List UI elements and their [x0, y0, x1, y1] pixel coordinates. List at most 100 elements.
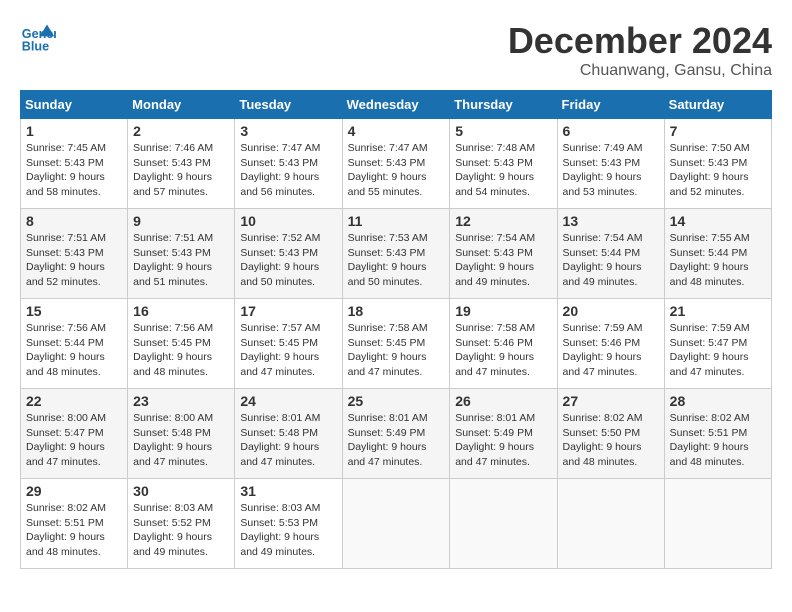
day-number: 6	[563, 123, 659, 139]
day-info: Sunrise: 7:59 AMSunset: 5:46 PMDaylight:…	[563, 321, 659, 380]
day-cell-7: 7 Sunrise: 7:50 AMSunset: 5:43 PMDayligh…	[664, 119, 771, 209]
day-info: Sunrise: 7:58 AMSunset: 5:45 PMDaylight:…	[348, 321, 445, 380]
day-cell-28: 28 Sunrise: 8:02 AMSunset: 5:51 PMDaylig…	[664, 389, 771, 479]
col-thursday: Thursday	[450, 91, 557, 119]
day-cell-16: 16 Sunrise: 7:56 AMSunset: 5:45 PMDaylig…	[128, 299, 235, 389]
day-number: 5	[455, 123, 551, 139]
day-cell-2: 2 Sunrise: 7:46 AMSunset: 5:43 PMDayligh…	[128, 119, 235, 209]
location-title: Chuanwang, Gansu, China	[508, 62, 772, 80]
day-number: 15	[26, 303, 122, 319]
day-number: 19	[455, 303, 551, 319]
calendar-table: Sunday Monday Tuesday Wednesday Thursday…	[20, 90, 772, 569]
day-number: 30	[133, 483, 229, 499]
day-info: Sunrise: 8:01 AMSunset: 5:49 PMDaylight:…	[455, 411, 551, 470]
day-number: 3	[240, 123, 336, 139]
day-cell-24: 24 Sunrise: 8:01 AMSunset: 5:48 PMDaylig…	[235, 389, 342, 479]
col-monday: Monday	[128, 91, 235, 119]
day-cell-8: 8 Sunrise: 7:51 AMSunset: 5:43 PMDayligh…	[21, 209, 128, 299]
day-number: 17	[240, 303, 336, 319]
day-number: 18	[348, 303, 445, 319]
day-cell-18: 18 Sunrise: 7:58 AMSunset: 5:45 PMDaylig…	[342, 299, 450, 389]
day-info: Sunrise: 7:55 AMSunset: 5:44 PMDaylight:…	[670, 231, 766, 290]
col-wednesday: Wednesday	[342, 91, 450, 119]
empty-cell	[450, 479, 557, 569]
day-info: Sunrise: 8:03 AMSunset: 5:53 PMDaylight:…	[240, 501, 336, 560]
day-number: 16	[133, 303, 229, 319]
day-cell-22: 22 Sunrise: 8:00 AMSunset: 5:47 PMDaylig…	[21, 389, 128, 479]
day-cell-1: 1 Sunrise: 7:45 AMSunset: 5:43 PMDayligh…	[21, 119, 128, 209]
day-info: Sunrise: 7:45 AMSunset: 5:43 PMDaylight:…	[26, 141, 122, 200]
day-cell-19: 19 Sunrise: 7:58 AMSunset: 5:46 PMDaylig…	[450, 299, 557, 389]
day-info: Sunrise: 8:02 AMSunset: 5:51 PMDaylight:…	[670, 411, 766, 470]
day-info: Sunrise: 7:51 AMSunset: 5:43 PMDaylight:…	[26, 231, 122, 290]
day-info: Sunrise: 7:50 AMSunset: 5:43 PMDaylight:…	[670, 141, 766, 200]
title-area: December 2024 Chuanwang, Gansu, China	[508, 20, 772, 80]
logo-icon: General Blue	[20, 20, 56, 56]
day-cell-6: 6 Sunrise: 7:49 AMSunset: 5:43 PMDayligh…	[557, 119, 664, 209]
day-number: 28	[670, 393, 766, 409]
day-number: 4	[348, 123, 445, 139]
day-cell-27: 27 Sunrise: 8:02 AMSunset: 5:50 PMDaylig…	[557, 389, 664, 479]
day-cell-21: 21 Sunrise: 7:59 AMSunset: 5:47 PMDaylig…	[664, 299, 771, 389]
day-number: 7	[670, 123, 766, 139]
empty-cell	[342, 479, 450, 569]
day-info: Sunrise: 8:02 AMSunset: 5:51 PMDaylight:…	[26, 501, 122, 560]
day-cell-23: 23 Sunrise: 8:00 AMSunset: 5:48 PMDaylig…	[128, 389, 235, 479]
day-info: Sunrise: 7:52 AMSunset: 5:43 PMDaylight:…	[240, 231, 336, 290]
day-number: 12	[455, 213, 551, 229]
day-cell-30: 30 Sunrise: 8:03 AMSunset: 5:52 PMDaylig…	[128, 479, 235, 569]
day-info: Sunrise: 7:56 AMSunset: 5:44 PMDaylight:…	[26, 321, 122, 380]
day-info: Sunrise: 7:54 AMSunset: 5:43 PMDaylight:…	[455, 231, 551, 290]
day-cell-20: 20 Sunrise: 7:59 AMSunset: 5:46 PMDaylig…	[557, 299, 664, 389]
day-info: Sunrise: 8:00 AMSunset: 5:47 PMDaylight:…	[26, 411, 122, 470]
day-info: Sunrise: 8:02 AMSunset: 5:50 PMDaylight:…	[563, 411, 659, 470]
day-cell-14: 14 Sunrise: 7:55 AMSunset: 5:44 PMDaylig…	[664, 209, 771, 299]
day-number: 8	[26, 213, 122, 229]
day-cell-13: 13 Sunrise: 7:54 AMSunset: 5:44 PMDaylig…	[557, 209, 664, 299]
day-info: Sunrise: 7:58 AMSunset: 5:46 PMDaylight:…	[455, 321, 551, 380]
day-number: 24	[240, 393, 336, 409]
svg-text:Blue: Blue	[22, 40, 49, 54]
day-info: Sunrise: 7:46 AMSunset: 5:43 PMDaylight:…	[133, 141, 229, 200]
day-number: 20	[563, 303, 659, 319]
day-cell-31: 31 Sunrise: 8:03 AMSunset: 5:53 PMDaylig…	[235, 479, 342, 569]
day-number: 13	[563, 213, 659, 229]
page-header: General Blue December 2024 Chuanwang, Ga…	[20, 20, 772, 80]
day-number: 22	[26, 393, 122, 409]
day-cell-15: 15 Sunrise: 7:56 AMSunset: 5:44 PMDaylig…	[21, 299, 128, 389]
day-info: Sunrise: 8:01 AMSunset: 5:48 PMDaylight:…	[240, 411, 336, 470]
col-tuesday: Tuesday	[235, 91, 342, 119]
day-number: 1	[26, 123, 122, 139]
day-info: Sunrise: 7:47 AMSunset: 5:43 PMDaylight:…	[240, 141, 336, 200]
day-info: Sunrise: 7:54 AMSunset: 5:44 PMDaylight:…	[563, 231, 659, 290]
day-info: Sunrise: 7:48 AMSunset: 5:43 PMDaylight:…	[455, 141, 551, 200]
day-info: Sunrise: 7:59 AMSunset: 5:47 PMDaylight:…	[670, 321, 766, 380]
day-number: 9	[133, 213, 229, 229]
day-number: 26	[455, 393, 551, 409]
day-cell-12: 12 Sunrise: 7:54 AMSunset: 5:43 PMDaylig…	[450, 209, 557, 299]
day-number: 14	[670, 213, 766, 229]
day-cell-5: 5 Sunrise: 7:48 AMSunset: 5:43 PMDayligh…	[450, 119, 557, 209]
day-info: Sunrise: 7:49 AMSunset: 5:43 PMDaylight:…	[563, 141, 659, 200]
day-number: 11	[348, 213, 445, 229]
day-info: Sunrise: 8:03 AMSunset: 5:52 PMDaylight:…	[133, 501, 229, 560]
day-cell-26: 26 Sunrise: 8:01 AMSunset: 5:49 PMDaylig…	[450, 389, 557, 479]
day-info: Sunrise: 7:47 AMSunset: 5:43 PMDaylight:…	[348, 141, 445, 200]
calendar-header-row: Sunday Monday Tuesday Wednesday Thursday…	[21, 91, 772, 119]
day-cell-9: 9 Sunrise: 7:51 AMSunset: 5:43 PMDayligh…	[128, 209, 235, 299]
day-info: Sunrise: 7:56 AMSunset: 5:45 PMDaylight:…	[133, 321, 229, 380]
col-sunday: Sunday	[21, 91, 128, 119]
day-number: 29	[26, 483, 122, 499]
day-info: Sunrise: 8:00 AMSunset: 5:48 PMDaylight:…	[133, 411, 229, 470]
day-number: 31	[240, 483, 336, 499]
day-number: 21	[670, 303, 766, 319]
day-cell-4: 4 Sunrise: 7:47 AMSunset: 5:43 PMDayligh…	[342, 119, 450, 209]
col-saturday: Saturday	[664, 91, 771, 119]
month-title: December 2024	[508, 20, 772, 62]
day-info: Sunrise: 7:57 AMSunset: 5:45 PMDaylight:…	[240, 321, 336, 380]
day-info: Sunrise: 7:53 AMSunset: 5:43 PMDaylight:…	[348, 231, 445, 290]
day-number: 25	[348, 393, 445, 409]
empty-cell	[557, 479, 664, 569]
day-cell-17: 17 Sunrise: 7:57 AMSunset: 5:45 PMDaylig…	[235, 299, 342, 389]
day-number: 2	[133, 123, 229, 139]
